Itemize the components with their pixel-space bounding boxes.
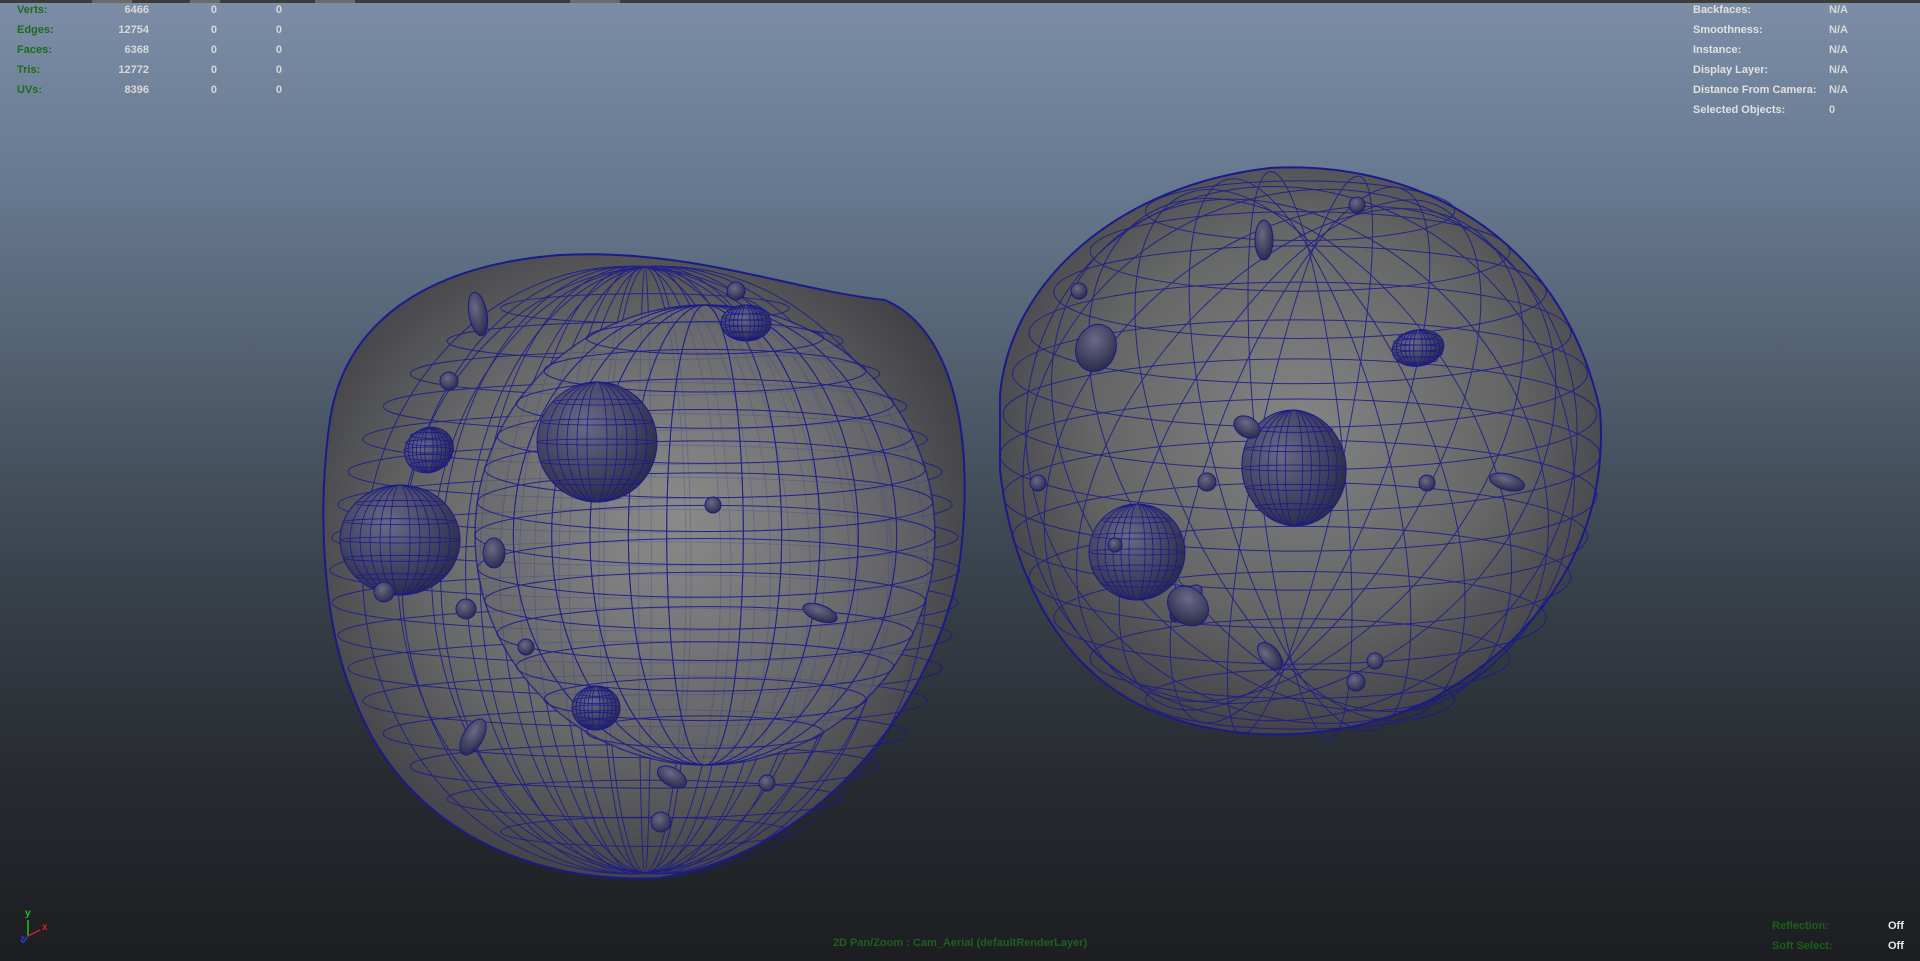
stat-value-selected: 0 [210, 84, 217, 96]
object-info-value: N/A [1829, 4, 1848, 16]
organelle-mesh[interactable] [1418, 474, 1436, 492]
organelle-mesh[interactable] [650, 811, 672, 833]
stat-value-selected: 0 [210, 4, 217, 16]
object-info-value: N/A [1829, 24, 1848, 36]
object-info-label: Backfaces: [1693, 4, 1752, 16]
object-info-value: N/A [1829, 44, 1848, 56]
stat-value-selected: 0 [210, 44, 217, 56]
stat-value-triangles: 0 [275, 44, 282, 56]
camera-name-label: 2D Pan/Zoom : Cam_Aerial (defaultRenderL… [832, 937, 1088, 949]
organelle-mesh[interactable] [1088, 503, 1186, 601]
cell-mesh-left[interactable] [322, 253, 966, 880]
stat-value-triangles: 0 [275, 84, 282, 96]
axis-x-label: x [42, 922, 48, 933]
3d-viewport[interactable]: Verts: 6466 0 0 Edges: 12754 0 0 Faces: 6368 0 0 Tri… [0, 0, 1920, 961]
stat-value-selected: 0 [210, 64, 217, 76]
stat-value-total: 6466 [124, 4, 149, 16]
organelle-mesh[interactable] [1107, 537, 1123, 553]
object-info-label: Smoothness: [1693, 24, 1763, 36]
stat-value-triangles: 0 [275, 24, 282, 36]
organelle-mesh[interactable] [1254, 219, 1274, 261]
object-info-label: Selected Objects: [1693, 104, 1786, 116]
stat-value-total: 6368 [124, 44, 149, 56]
object-info-value: 0 [1829, 104, 1836, 116]
render-setting-label: Reflection: [1772, 920, 1829, 932]
organelle-mesh[interactable] [439, 371, 459, 391]
organelle-mesh[interactable] [720, 304, 772, 342]
stat-value-selected: 0 [210, 24, 217, 36]
cell-mesh-right[interactable] [917, 76, 1684, 834]
object-info-label: Display Layer: [1693, 64, 1769, 76]
axis-gizmo: y x z [20, 908, 52, 946]
object-info-value: N/A [1829, 84, 1848, 96]
scene-canvas[interactable] [0, 0, 1920, 961]
object-info-value: N/A [1829, 64, 1848, 76]
axis-z-label: z [20, 934, 25, 945]
stat-value-triangles: 0 [275, 64, 282, 76]
object-info-label: Distance From Camera: [1693, 84, 1817, 96]
organelle-mesh[interactable] [1070, 282, 1088, 300]
organelle-mesh[interactable] [1029, 474, 1047, 492]
nucleus-left[interactable] [474, 304, 936, 766]
stat-value-triangles: 0 [275, 4, 282, 16]
organelle-mesh[interactable] [1346, 672, 1366, 692]
organelle-mesh[interactable] [339, 484, 461, 596]
organelle-mesh[interactable] [704, 496, 722, 514]
organelle-mesh[interactable] [536, 381, 658, 503]
organelle-mesh[interactable] [1366, 652, 1384, 670]
stat-value-total: 12754 [118, 24, 149, 36]
render-setting-value: Off [1888, 920, 1904, 932]
stat-value-total: 8396 [124, 84, 149, 96]
organelle-mesh[interactable] [1348, 196, 1366, 214]
organelle-mesh[interactable] [758, 774, 776, 792]
organelle-mesh[interactable] [482, 537, 506, 569]
axis-y-label: y [25, 908, 31, 919]
organelle-mesh[interactable] [455, 598, 477, 620]
stat-value-total: 12772 [118, 64, 149, 76]
organelle-mesh[interactable] [1197, 472, 1217, 492]
organelle-mesh[interactable] [373, 581, 395, 603]
organelle-mesh[interactable] [726, 281, 746, 301]
object-info-label: Instance: [1693, 44, 1742, 56]
organelle-mesh[interactable] [517, 638, 535, 656]
